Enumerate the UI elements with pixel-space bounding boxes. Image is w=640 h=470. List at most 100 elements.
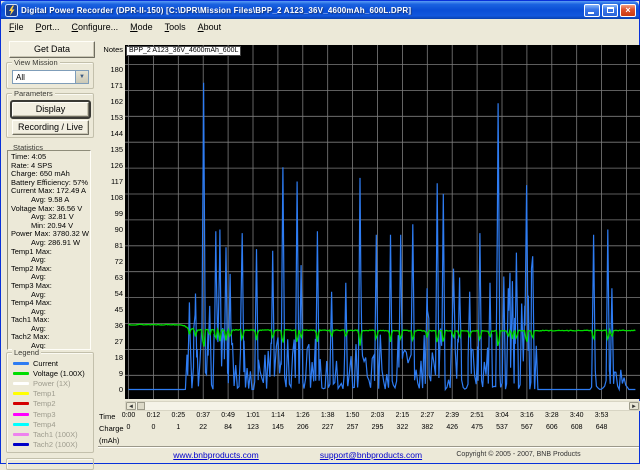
legend-item-label: Voltage (1.00X)	[33, 369, 85, 378]
charge-tick-label: 608	[564, 424, 590, 431]
legend-item-temp1[interactable]: Temp1	[13, 389, 56, 399]
legend-swatch-icon	[13, 423, 29, 426]
copyright-text: Copyright © 2005 - 2007, BNB Products	[431, 451, 606, 458]
y-tick-label: 180	[96, 65, 123, 74]
charge-tick-label: 426	[439, 424, 465, 431]
parameters-group: Parameters Display Recording / Live	[6, 93, 94, 138]
statistics-panel: Time: 4:05Rate: 4 SPSCharge: 650 mAhBatt…	[7, 150, 91, 350]
close-icon: ×	[625, 6, 630, 15]
close-button[interactable]: ×	[620, 4, 636, 17]
legend-swatch-icon	[13, 402, 29, 405]
time-tick-label: 2:03	[365, 412, 391, 419]
time-tick-label: 3:04	[489, 412, 515, 419]
charge-unit-caption: (mAh)	[99, 436, 119, 445]
legend-item-label: Tach1 (100X)	[33, 430, 78, 439]
restore-button[interactable]	[602, 4, 618, 17]
menu-item-port[interactable]: Port...	[30, 21, 66, 33]
chart-plot[interactable]: BPP_2 A123_36V_4600mAh_600L	[125, 45, 640, 399]
charge-tick-label: 382	[414, 424, 440, 431]
email-link[interactable]: support@bnbproducts.com	[291, 450, 451, 460]
legend-item-voltage[interactable]: Voltage (1.00X)	[13, 368, 85, 378]
time-tick-label: 0:37	[190, 412, 216, 419]
display-button[interactable]: Display	[12, 102, 89, 117]
menu-item-configure[interactable]: Configure...	[66, 21, 125, 33]
parameters-label: Parameters	[12, 89, 55, 98]
legend-item-tach1[interactable]: Tach1 (100X)	[13, 429, 78, 439]
scroll-right-icon[interactable]: ►	[629, 402, 639, 410]
charge-tick-label: 0	[116, 424, 142, 431]
charge-tick-label: 537	[489, 424, 515, 431]
stat-row: Tach2 Max:	[11, 333, 90, 342]
stat-row: Temp1 Max:	[11, 248, 90, 257]
time-tick-label: 2:51	[464, 412, 490, 419]
time-tick-label: 0:00	[116, 412, 142, 419]
charge-tick-label: 1	[165, 424, 191, 431]
time-tick-label: 3:28	[539, 412, 565, 419]
charge-tick-label: 0	[140, 424, 166, 431]
charge-tick-label: 567	[514, 424, 540, 431]
minimize-icon	[588, 12, 594, 14]
menu-bar: FilePort...Configure...ModeToolsAbout	[1, 19, 639, 34]
menu-item-about[interactable]: About	[192, 21, 228, 33]
y-tick-label: 45	[96, 305, 123, 314]
view-mission-label: View Mission	[12, 58, 60, 67]
legend-item-temp4[interactable]: Temp4	[13, 419, 56, 429]
footer-divider	[98, 446, 639, 448]
scroll-left-icon[interactable]: ◄	[126, 402, 136, 410]
stat-row: Temp3 Max:	[11, 282, 90, 291]
y-tick-label: 27	[96, 337, 123, 346]
stat-row: Temp4 Max:	[11, 299, 90, 308]
title-bar[interactable]: Digital Power Recorder (DPR-II-150) [C:\…	[1, 1, 639, 19]
scrollbar-track[interactable]	[145, 402, 629, 410]
charge-tick-label: 22	[190, 424, 216, 431]
time-tick-label: 1:14	[265, 412, 291, 419]
charge-tick-label: 295	[365, 424, 391, 431]
recording-live-button[interactable]: Recording / Live	[12, 120, 89, 135]
legend-swatch-icon	[13, 362, 29, 365]
charge-tick-label: 227	[315, 424, 341, 431]
y-tick-label: 135	[96, 145, 123, 154]
chart-title: BPP_2 A123_36V_4600mAh_600L	[126, 46, 241, 56]
charge-tick-label: 322	[389, 424, 415, 431]
window-title: Digital Power Recorder (DPR-II-150) [C:\…	[21, 6, 584, 15]
time-tick-label: 1:26	[290, 412, 316, 419]
menu-item-file[interactable]: File	[3, 21, 30, 33]
charge-tick-label: 123	[240, 424, 266, 431]
menu-item-mode[interactable]: Mode	[124, 21, 159, 33]
legend-item-label: Temp4	[33, 420, 56, 429]
y-tick-label: 90	[96, 225, 123, 234]
minimize-button[interactable]	[584, 4, 600, 17]
legend-item-power[interactable]: Power (1X)	[13, 378, 71, 388]
website-link[interactable]: www.bnbproducts.com	[136, 450, 296, 460]
time-tick-label: 1:38	[315, 412, 341, 419]
mission-select[interactable]: All ▼	[12, 70, 89, 84]
chart-hscrollbar[interactable]: ◄ ►	[125, 401, 640, 411]
charge-tick-label: 84	[215, 424, 241, 431]
y-tick-label: 171	[96, 81, 123, 90]
time-tick-label: 2:15	[389, 412, 415, 419]
legend-swatch-icon	[13, 413, 29, 416]
y-tick-label: 117	[96, 177, 123, 186]
time-tick-label: 0:49	[215, 412, 241, 419]
y-tick-label: 153	[96, 113, 123, 122]
y-tick-label: 18	[96, 353, 123, 362]
stat-row: Temp2 Max:	[11, 265, 90, 274]
time-tick-label: 3:40	[564, 412, 590, 419]
time-tick-label: 3:16	[514, 412, 540, 419]
restore-icon	[607, 7, 614, 13]
scrollbar-thumb[interactable]	[137, 402, 145, 410]
legend-item-tach2[interactable]: Tach2 (100X)	[13, 440, 78, 450]
menu-item-tools[interactable]: Tools	[159, 21, 192, 33]
legend-item-temp3[interactable]: Temp3	[13, 409, 56, 419]
chevron-down-icon[interactable]: ▼	[75, 71, 88, 83]
app-icon	[5, 4, 18, 17]
get-data-button[interactable]: Get Data	[9, 41, 95, 58]
legend-swatch-icon	[13, 372, 29, 375]
sidebar-bottom-group	[6, 458, 94, 470]
legend-item-temp2[interactable]: Temp2	[13, 399, 56, 409]
app-window: { "window": { "title": "Digital Power Re…	[0, 0, 640, 464]
legend-item-current[interactable]: Current	[13, 358, 58, 368]
y-tick-label: 0	[96, 385, 123, 394]
view-mission-group: View Mission All ▼	[6, 62, 94, 89]
charge-tick-label: 145	[265, 424, 291, 431]
